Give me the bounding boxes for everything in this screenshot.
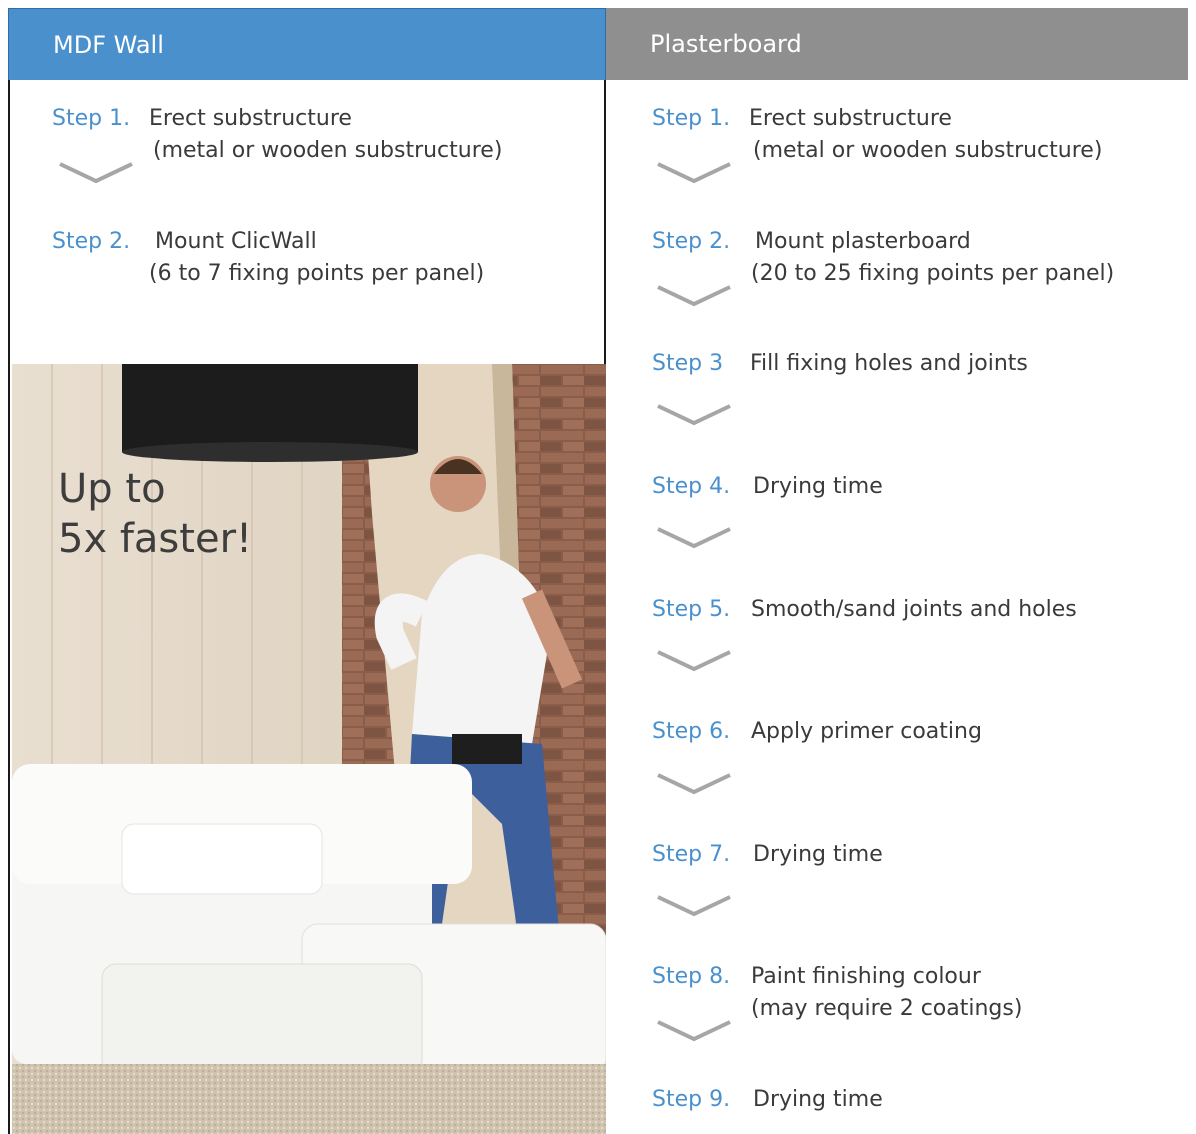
chevron-down-icon <box>58 162 134 184</box>
step-text: Smooth/sand joints and holes <box>751 597 1077 622</box>
step-number: Step 6. <box>652 719 731 744</box>
step-text: Drying time <box>753 474 883 499</box>
chevron-down-icon <box>656 1020 732 1042</box>
step-number: Step 1. <box>52 106 131 131</box>
slogan-line-1: Up to <box>58 466 166 512</box>
step-text: Paint finishing colour <box>751 964 981 989</box>
step-subtext: (6 to 7 fixing points per panel) <box>149 261 485 286</box>
chevron-down-icon <box>656 162 732 184</box>
step-number: Step 4. <box>652 474 731 499</box>
step-text: Erect substructure <box>749 106 952 131</box>
plasterboard-title: Plasterboard <box>650 30 802 58</box>
chevron-down-icon <box>656 285 732 307</box>
step-number: Step 3 <box>652 351 724 376</box>
step-subtext: (may require 2 coatings) <box>751 996 1023 1021</box>
chevron-down-icon <box>656 527 732 549</box>
plasterboard-header: Plasterboard <box>606 8 1188 80</box>
step-text: Erect substructure <box>149 106 352 131</box>
mdf-wall-column: Step 1. Erect substructure (metal or woo… <box>8 80 606 1134</box>
step-text: Fill fixing holes and joints <box>750 351 1028 376</box>
installation-photo: Up to 5x faster! <box>12 364 606 1134</box>
chevron-down-icon <box>656 895 732 917</box>
step-number: Step 2. <box>52 229 131 254</box>
mdf-wall-title: MDF Wall <box>53 30 164 59</box>
chevron-down-icon <box>656 773 732 795</box>
speed-slogan: Up to 5x faster! <box>58 464 252 564</box>
step-text: Mount plasterboard <box>755 229 971 254</box>
step-subtext: (metal or wooden substructure) <box>753 138 1103 163</box>
mdf-wall-header: MDF Wall <box>8 8 606 80</box>
step-number: Step 7. <box>652 842 731 867</box>
step-number: Step 9. <box>652 1087 731 1112</box>
step-text: Drying time <box>753 842 883 867</box>
step-number: Step 8. <box>652 964 731 989</box>
step-text: Drying time <box>753 1087 883 1112</box>
step-text: Apply primer coating <box>751 719 982 744</box>
slogan-line-2: 5x faster! <box>58 516 253 562</box>
chevron-down-icon <box>656 650 732 672</box>
step-subtext: (20 to 25 fixing points per panel) <box>751 261 1115 286</box>
step-number: Step 2. <box>652 229 731 254</box>
step-subtext: (metal or wooden substructure) <box>153 138 503 163</box>
step-number: Step 1. <box>652 106 731 131</box>
step-number: Step 5. <box>652 597 731 622</box>
step-text: Mount ClicWall <box>155 229 317 254</box>
chevron-down-icon <box>656 404 732 426</box>
